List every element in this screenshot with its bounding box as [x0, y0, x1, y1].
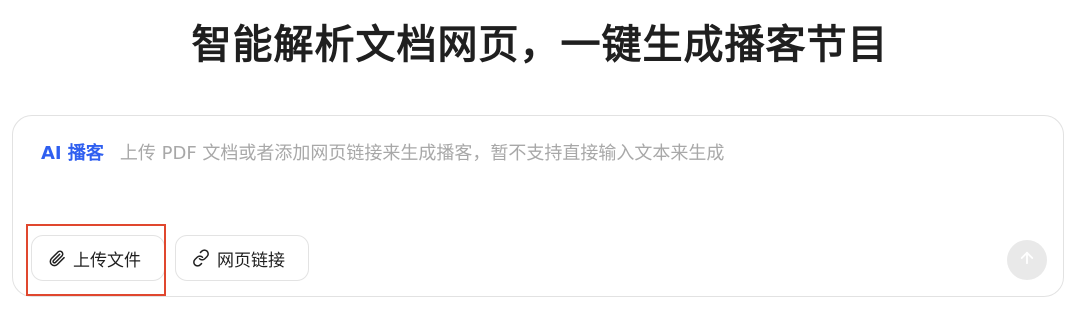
page-title: 智能解析文档网页，一键生成播客节目 — [191, 22, 889, 68]
prompt-placeholder[interactable]: 上传 PDF 文档或者添加网页链接来生成播客，暂不支持直接输入文本来生成 — [120, 139, 725, 165]
podcast-generator-page: 智能解析文档网页，一键生成播客节目 AI 播客 上传 PDF 文档或者添加网页链… — [0, 0, 1080, 321]
web-link-label: 网页链接 — [217, 250, 285, 271]
link-icon — [192, 249, 210, 267]
prompt-composer[interactable]: AI 播客 上传 PDF 文档或者添加网页链接来生成播客，暂不支持直接输入文本来… — [12, 115, 1064, 297]
upload-file-label: 上传文件 — [73, 250, 141, 271]
prompt-row[interactable]: AI 播客 上传 PDF 文档或者添加网页链接来生成播客，暂不支持直接输入文本来… — [41, 140, 1035, 164]
paperclip-icon — [48, 249, 66, 267]
web-link-button[interactable]: 网页链接 — [175, 235, 309, 281]
arrow-up-icon — [1018, 249, 1036, 271]
ai-podcast-tag: AI 播客 — [41, 143, 104, 164]
upload-file-button[interactable]: 上传文件 — [31, 235, 165, 281]
send-button[interactable] — [1007, 240, 1047, 280]
